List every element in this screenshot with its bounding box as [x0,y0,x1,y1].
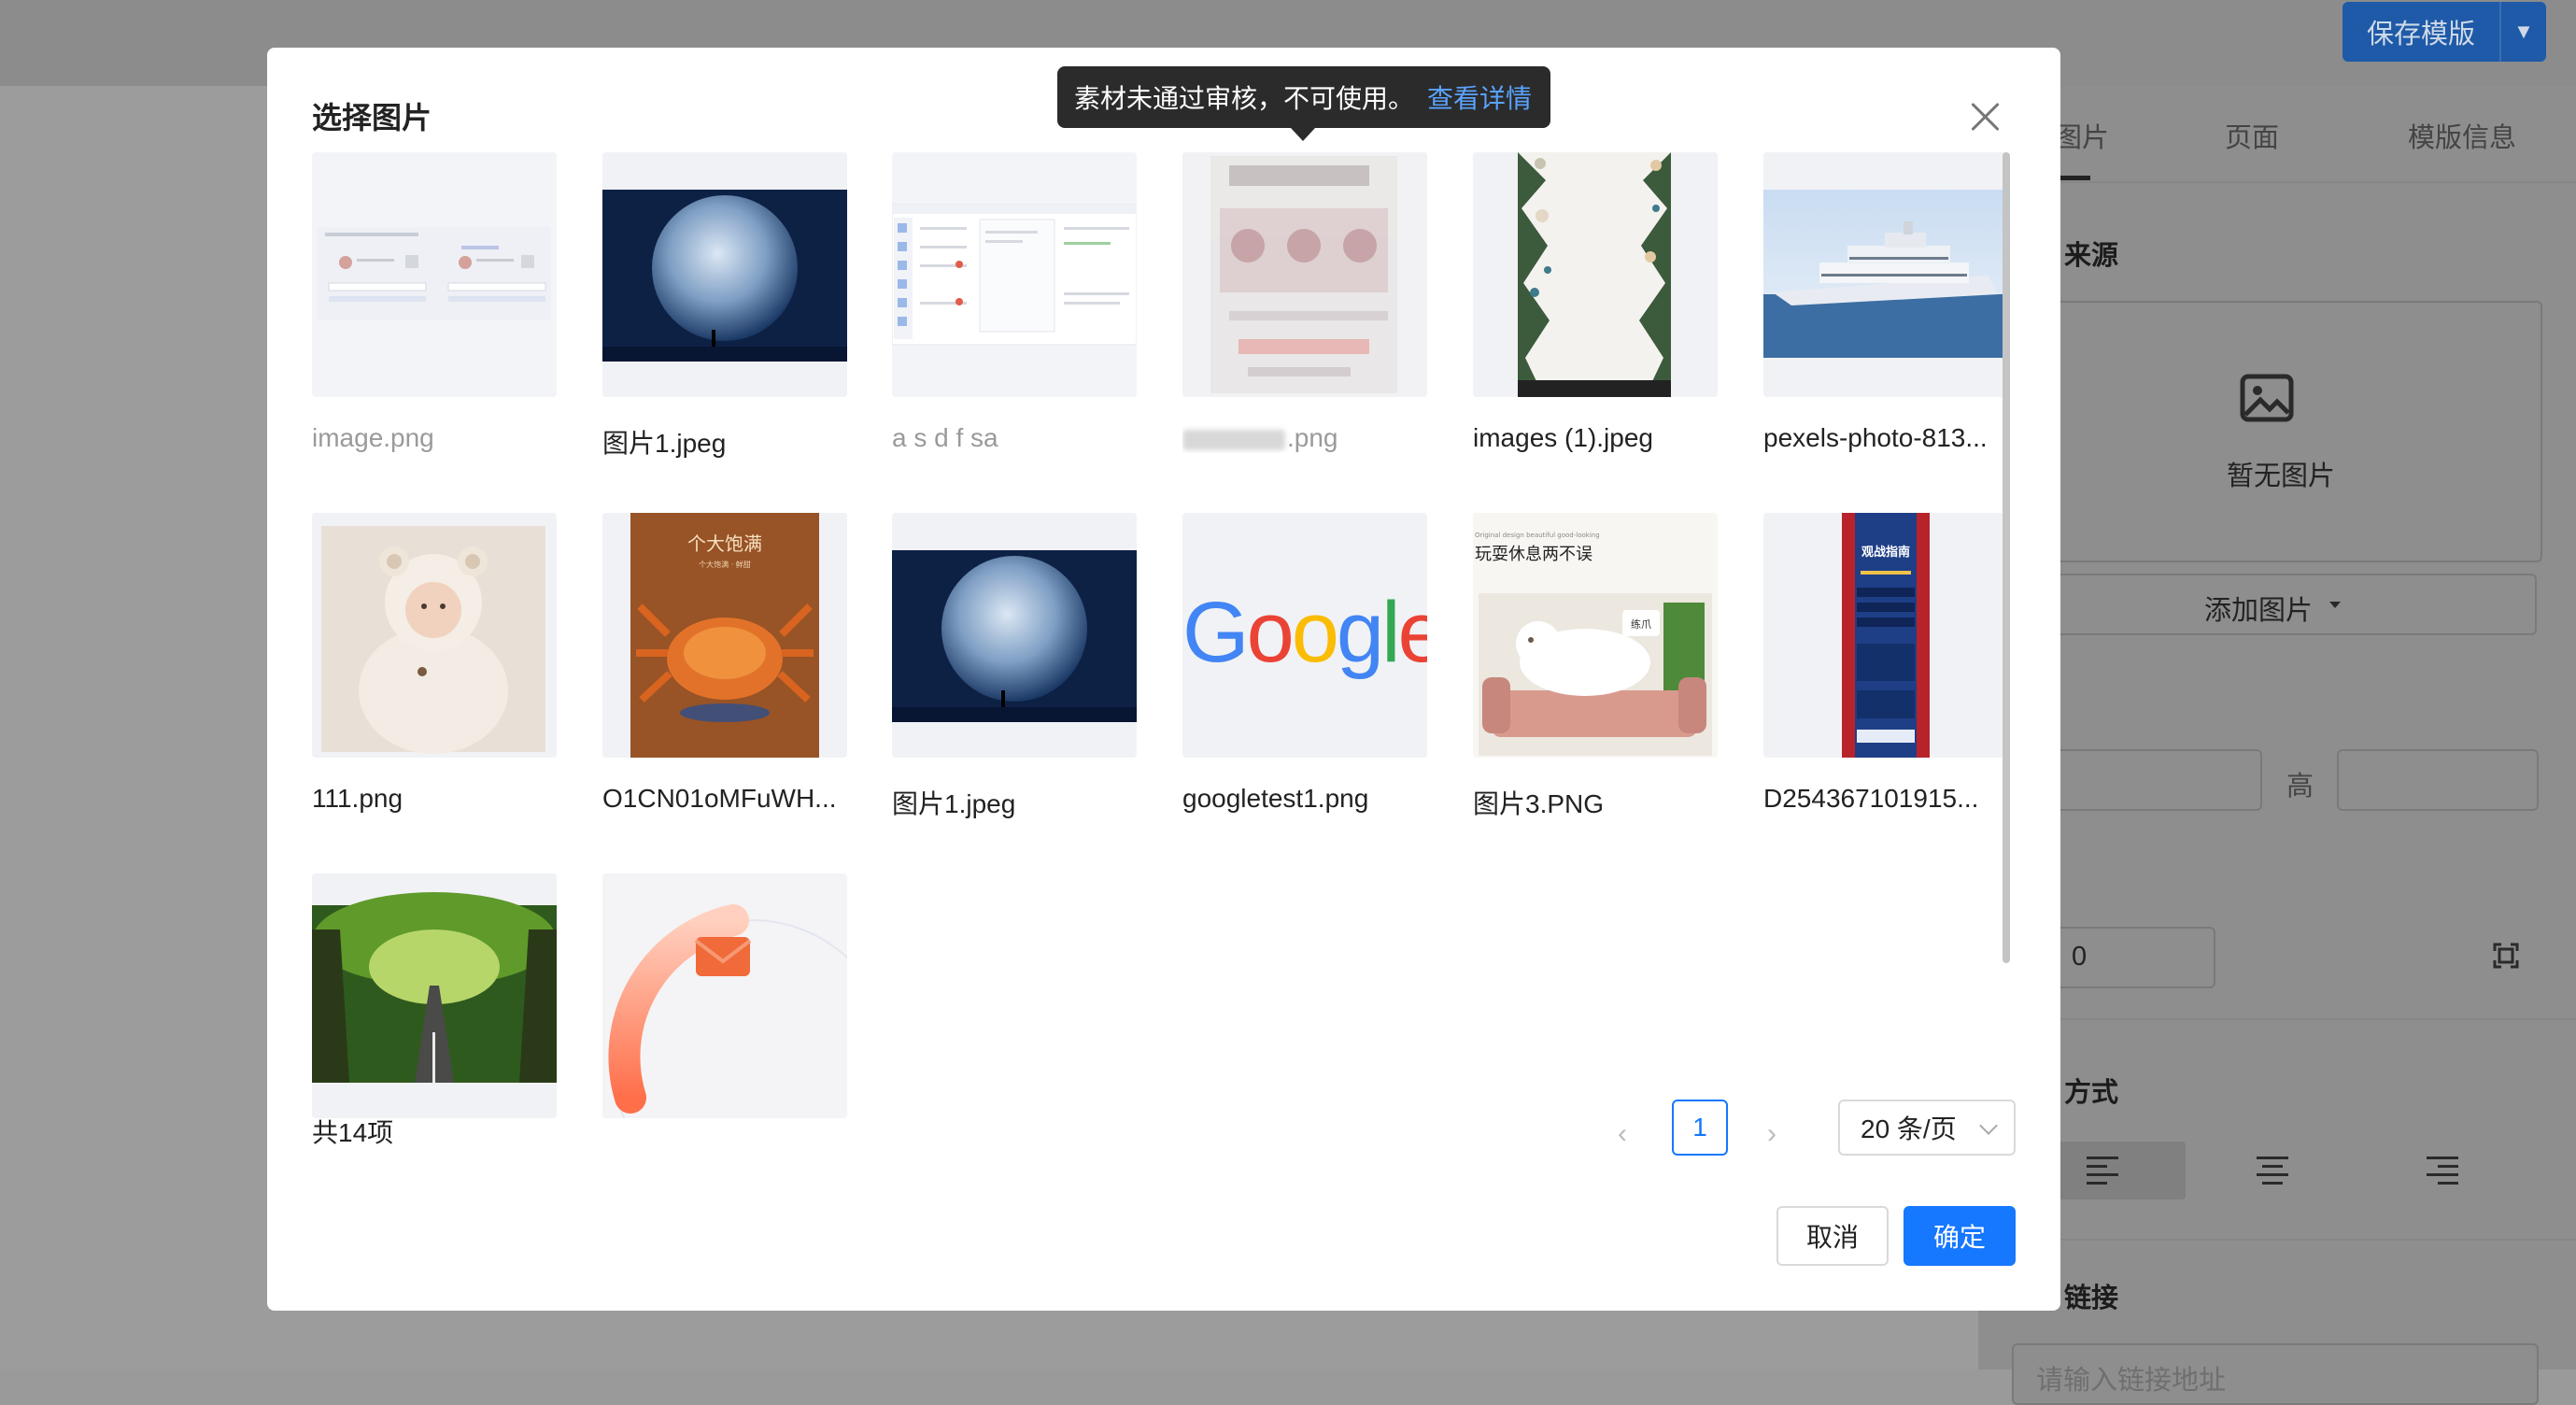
image-card[interactable] [312,873,557,1124]
image-card[interactable]: Original design beautiful good-looking 玩… [1473,513,1718,818]
total-count: 共14项 [312,1118,394,1147]
link-label: 链接 [2064,1284,2119,1313]
image-card[interactable]: Google googletest1.png [1182,513,1427,813]
confirm-button[interactable]: 确定 [1904,1206,2016,1266]
link-placeholder: 请输入链接地址 [2036,1366,2227,1396]
save-template-button[interactable]: 保存模版 ▼ [2342,2,2546,62]
align-center-icon[interactable] [2257,1157,2288,1185]
chevron-down-icon [1979,1116,1998,1135]
image-name: 图片1.jpeg [602,429,727,458]
image-name: .png [1182,423,1427,453]
image-name: 图片1.jpeg [892,789,1016,818]
image-thumbnail: Original design beautiful good-looking 玩… [1473,513,1718,758]
image-thumbnail [602,152,847,397]
image-thumbnail [602,873,847,1118]
section-divider-2 [1978,1239,2576,1241]
image-thumbnail: 个大饱满 个大饱满 · 鲜甜 [602,513,847,758]
crab-title: 个大饱满 [687,532,762,555]
image-name-extension: .png [1287,423,1338,452]
image-card[interactable]: 观战指南 D254367101915... [1763,513,2008,813]
image-thumbnail: 观战指南 [1763,513,2008,758]
image-thumbnail [1763,152,2008,397]
image-icon [2240,374,2294,422]
value-text: 0 [2072,942,2088,972]
empty-image-text: 暂无图片 [2227,461,2336,491]
tooltip-arrow [1291,128,1315,141]
tab-image[interactable]: 图片 [2055,116,2109,155]
add-image-label: 添加图片 [2204,596,2314,626]
google-logo: Google [1182,585,1427,680]
tab-divider [1978,181,2576,183]
image-card[interactable]: 个大饱满 个大饱满 · 鲜甜 O1CN01oMFuWH... [602,513,847,813]
image-thumbnail: Google [1182,513,1427,758]
image-name: D254367101915... [1763,784,1979,813]
close-icon[interactable] [1969,100,2003,134]
blurred-name [1182,429,1285,450]
cat-badge: 练爪 [1631,617,1651,631]
save-dropdown-icon[interactable]: ▼ [2499,2,2546,62]
tooltip-text: 素材未通过审核，不可使用。 [1074,84,1415,113]
align-left-icon [2087,1157,2118,1185]
page-size-value: 20 条/页 [1861,1114,1957,1143]
image-thumbnail [892,152,1137,397]
cat-title: 玩耍休息两不误 [1475,545,1592,564]
link-input[interactable]: 请输入链接地址 [2012,1343,2539,1405]
save-template-label: 保存模版 [2366,20,2475,50]
image-card[interactable]: 111.png [312,513,557,813]
image-name: images (1).jpeg [1473,423,1653,452]
page-size-select[interactable]: 20 条/页 [1838,1100,2016,1156]
image-thumbnail [312,152,557,397]
grid-scrollbar[interactable] [2003,152,2010,963]
active-tab-indicator [2060,176,2090,180]
tab-page[interactable]: 页面 [2225,116,2279,155]
image-name: 111.png [312,784,403,813]
height-label: 高 [2286,772,2314,802]
dialog-title: 选择图片 [312,101,432,135]
section-divider [1978,1018,2576,1020]
image-card[interactable]: pexels-photo-813... [1763,152,2008,452]
caret-down-icon [2329,602,2341,608]
image-card[interactable]: a s d f sa [892,152,1137,452]
source-label: 来源 [2064,241,2119,271]
image-name: image.png [312,423,434,452]
view-details-link[interactable]: 查看详情 [1427,78,1532,116]
image-card[interactable]: .png [1182,152,1427,452]
next-page-button[interactable]: › [1767,1118,1776,1150]
add-image-button[interactable]: 添加图片 [1978,574,2537,635]
image-card[interactable]: images (1).jpeg [1473,152,1718,452]
image-thumbnail [1182,152,1427,397]
image-thumbnail [1473,152,1718,397]
crab-subtitle: 个大饱满 · 鲜甜 [699,560,751,569]
image-card[interactable] [602,873,847,1124]
image-card[interactable]: image.png [312,152,557,452]
image-name: 图片3.PNG [1473,789,1605,818]
image-thumbnail [312,873,557,1118]
image-name: googletest1.png [1182,784,1369,813]
image-card[interactable]: 图片1.jpeg [892,513,1137,818]
select-image-dialog: 选择图片 image.png 图片1.jpeg a s d f sa .png … [267,48,2060,1311]
page-1-button[interactable]: 1 [1672,1100,1728,1156]
poster-title: 观战指南 [1861,545,1910,560]
fullscreen-icon[interactable] [2492,942,2520,970]
image-preview-box[interactable]: 暂无图片 [1978,301,2542,562]
image-thumbnail [892,513,1137,758]
height-input[interactable] [2337,749,2539,811]
tab-template-info[interactable]: 模版信息 [2408,116,2516,155]
align-label: 方式 [2064,1078,2119,1108]
cancel-button[interactable]: 取消 [1776,1206,1889,1266]
image-card[interactable]: 图片1.jpeg [602,152,847,458]
image-grid: image.png 图片1.jpeg a s d f sa .png image… [312,152,2031,1124]
value-input[interactable]: 0 [2051,927,2215,988]
image-name: a s d f sa [892,423,998,452]
align-right-icon[interactable] [2427,1157,2458,1185]
prev-page-button[interactable]: ‹ [1618,1118,1627,1150]
image-thumbnail [312,513,557,758]
image-name: pexels-photo-813... [1763,423,1988,452]
review-tooltip: 素材未通过审核，不可使用。 查看详情 [1057,66,1550,128]
cat-small-text: Original design beautiful good-looking [1475,532,1600,539]
image-name: O1CN01oMFuWH... [602,784,837,813]
